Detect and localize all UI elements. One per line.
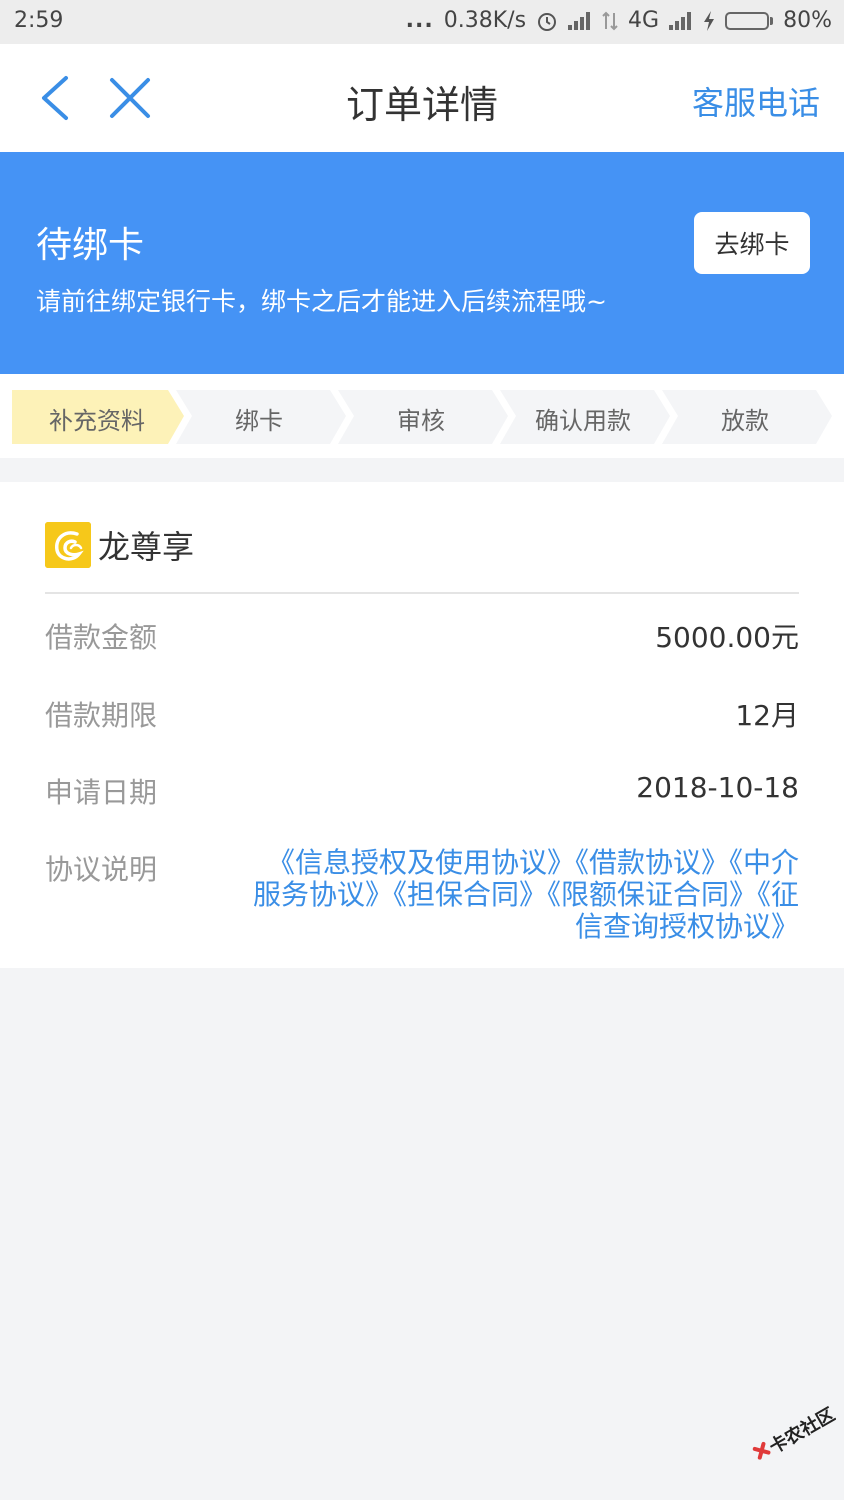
step-label-5: 放款 (721, 407, 769, 435)
loan-term-value: 12月 (735, 699, 799, 732)
charging-icon (704, 10, 715, 31)
brand-name: 龙尊享 (98, 528, 195, 566)
data-transfer-icon (602, 11, 618, 30)
network-speed: 0.38K/s (443, 8, 527, 33)
banner-description: 请前往绑定银行卡，绑卡之后才能进入后续流程哦~ (36, 287, 607, 316)
alarm-icon (538, 12, 557, 31)
step-label-2: 绑卡 (235, 407, 283, 435)
divider (45, 592, 799, 594)
bind-card-button[interactable]: 去绑卡 (694, 212, 810, 274)
agreement-links: 《信息授权及使用协议》《借款协议》《中介服务协议》《担保合同》《限额保证合同》《… (239, 847, 799, 943)
agreement-link-limit-guarantee[interactable]: 《限额保证合同》 (547, 878, 757, 911)
signal-icon-2 (669, 11, 693, 30)
application-date-label: 申请日期 (45, 776, 158, 809)
agreement-link-loan[interactable]: 《借款协议》 (575, 846, 729, 879)
watermark-logo: 卡农社区 (752, 1404, 836, 1460)
step-label-1: 补充资料 (49, 407, 145, 435)
status-banner: 待绑卡 请前往绑定银行卡，绑卡之后才能进入后续流程哦~ 去绑卡 (0, 152, 844, 374)
battery-percent: 80% (783, 8, 832, 33)
customer-service-phone-link[interactable]: 客服电话 (692, 78, 820, 124)
step-label-4: 确认用款 (535, 407, 631, 435)
nav-bar: 订单详情 客服电话 (0, 44, 844, 152)
application-date-value: 2018-10-18 (636, 771, 799, 804)
loan-term-label: 借款期限 (45, 699, 158, 732)
battery-icon (725, 11, 774, 30)
step-label-3: 审核 (397, 407, 445, 435)
agreement-link-info-auth[interactable]: 《信息授权及使用协议》 (267, 846, 575, 879)
progress-steps: 补充资料 绑卡 审核 确认用款 放款 (0, 374, 844, 458)
brand-logo-icon (45, 522, 91, 568)
agreement-label: 协议说明 (45, 853, 158, 886)
status-time: 2:59 (14, 8, 64, 33)
signal-icon (568, 11, 592, 30)
back-arrow-icon[interactable] (36, 74, 76, 122)
close-icon[interactable] (106, 74, 154, 122)
loan-details-card: 龙尊享 借款金额 5000.00元 借款期限 12月 申请日期 2018-10-… (0, 482, 844, 968)
loan-amount-value: 5000.00元 (655, 621, 799, 654)
network-type: 4G (628, 8, 660, 33)
notification-dots: ... (405, 8, 434, 33)
loan-amount-label: 借款金额 (45, 621, 158, 654)
status-bar: 2:59 ... 0.38K/s 4G 80% (0, 0, 844, 44)
agreement-link-guarantee[interactable]: 《担保合同》 (393, 878, 547, 911)
watermark-text: 卡农社区 (765, 1404, 836, 1458)
status-icons: ... 0.38K/s 4G 80% (406, 8, 832, 33)
banner-title: 待绑卡 (36, 225, 145, 266)
